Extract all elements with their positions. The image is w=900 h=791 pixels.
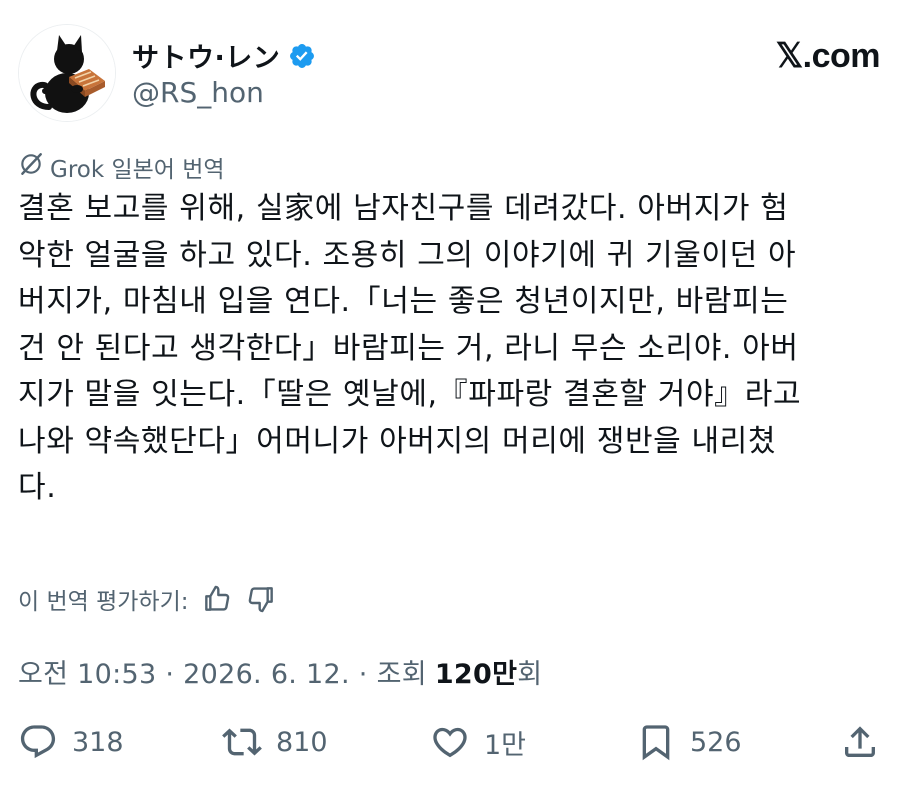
tweet-date[interactable]: 2026. 6. 12. xyxy=(183,659,350,690)
display-name[interactable]: サトウ·レン xyxy=(132,36,280,75)
tweet-text-line: 다. xyxy=(18,470,57,505)
action-bar: 318 810 1만 526 xyxy=(18,722,882,772)
translation-label: Grok 일본어 번역 xyxy=(50,157,225,183)
reply-button[interactable]: 318 xyxy=(18,722,124,762)
repost-button[interactable]: 810 xyxy=(222,722,328,762)
tweet-header: サトウ·レン @RS_hon 𝕏.com xyxy=(18,24,882,124)
tweet-text-line: 나와 약속했단다」어머니가 아버지의 머리에 쟁반을 내리쳤 xyxy=(18,423,777,459)
thumbs-down-icon[interactable] xyxy=(245,583,277,615)
grok-icon xyxy=(18,151,50,183)
thumbs-up-icon[interactable] xyxy=(201,583,233,615)
reply-icon xyxy=(20,725,56,759)
like-count: 1만 xyxy=(484,729,527,761)
tweet-meta: 오전 10:53 · 2026. 6. 12. · 조회 120만 회 xyxy=(18,652,542,691)
share-button[interactable] xyxy=(840,722,894,762)
bookmark-button[interactable]: 526 xyxy=(636,722,742,762)
tweet-text-line: 지가 말을 잇는다.「딸은 옛날에,『파파랑 결혼할 거야』라고 xyxy=(18,377,802,412)
like-button[interactable]: 1만 xyxy=(430,722,526,762)
separator-dot: · xyxy=(156,659,184,690)
tweet-text-line: 결혼 보고를 위해, 실家에 남자친구를 데려갔다. 아버지가 험 xyxy=(18,191,789,226)
translation-rating-row: 이 번역 평가하기: xyxy=(18,582,277,616)
black-cat-reading-avatar-icon xyxy=(19,25,115,121)
tweet-time[interactable]: 오전 10:53 xyxy=(18,652,156,691)
separator-dot: · xyxy=(349,659,377,690)
share-icon xyxy=(845,726,875,757)
tweet-text-line: 건 안 된다고 생각한다」바람피는 거, 라니 무슨 소리야. 아버 xyxy=(18,330,799,366)
translation-label-row[interactable]: Grok 일본어 번역 xyxy=(18,150,225,184)
tweet-text: 결혼 보고를 위해, 실家에 남자친구를 데려갔다. 아버지가 험 악한 얼굴을… xyxy=(18,186,884,512)
views-suffix: 회 xyxy=(517,659,543,690)
x-brand-logo: 𝕏.com xyxy=(775,37,881,75)
avatar[interactable] xyxy=(18,24,116,122)
repost-icon xyxy=(222,728,262,756)
reply-count: 318 xyxy=(72,726,124,758)
tweet-text-line: 악한 얼굴을 하고 있다. 조용히 그의 이야기에 귀 기울이던 아 xyxy=(18,237,797,273)
rating-label: 이 번역 평가하기: xyxy=(18,589,189,615)
verified-badge-icon xyxy=(288,42,316,70)
bookmark-count: 526 xyxy=(690,726,742,758)
user-handle[interactable]: @RS_hon xyxy=(132,76,264,109)
views-prefix: 조회 xyxy=(376,659,427,690)
bookmark-icon xyxy=(642,725,670,761)
repost-count: 810 xyxy=(276,726,328,758)
name-row: サトウ·レン xyxy=(132,36,316,75)
views-count: 120만 xyxy=(434,659,518,690)
heart-icon xyxy=(433,727,467,758)
tweet-text-line: 버지가, 마침내 입을 연다.「너는 좋은 청년이지만, 바람피는 xyxy=(18,284,789,319)
